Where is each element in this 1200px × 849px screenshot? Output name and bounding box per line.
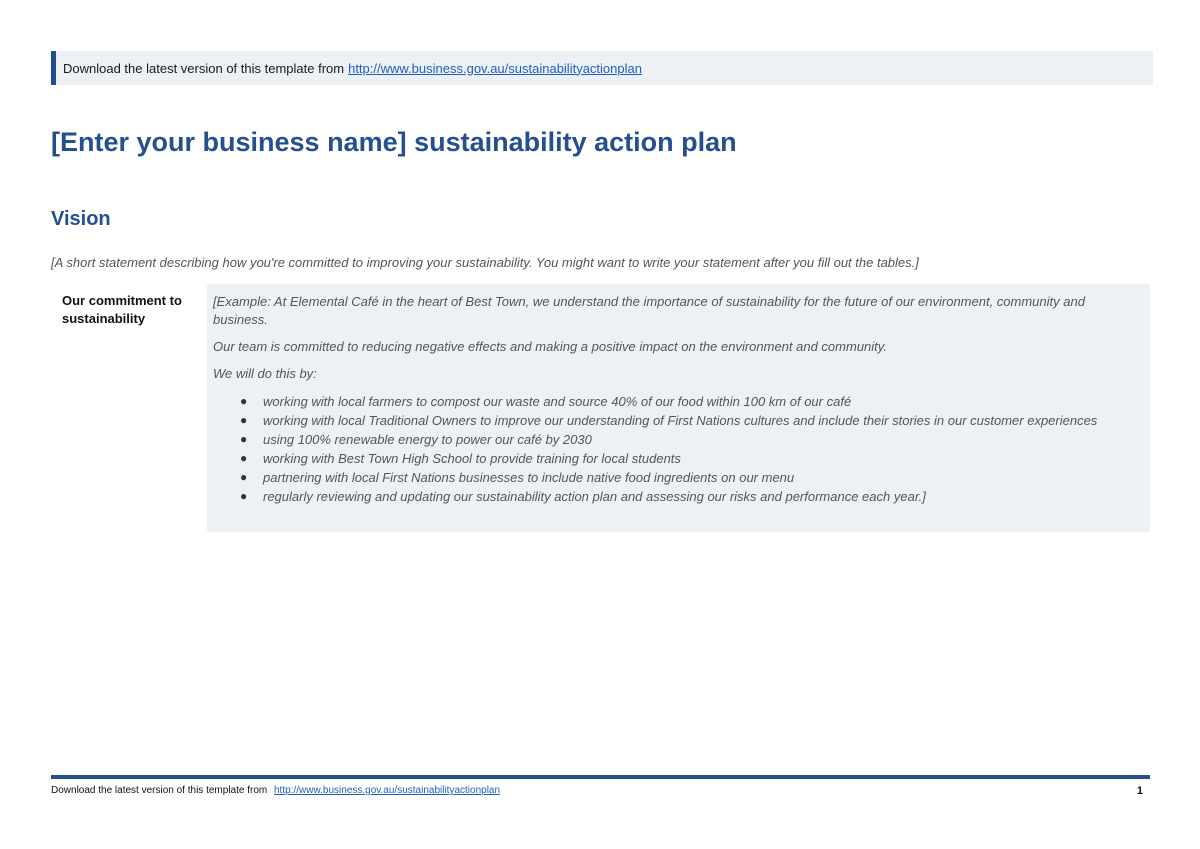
list-item-text: using 100% renewable energy to power our… [263,432,592,447]
commitment-paragraph: [Example: At Elemental Café in the heart… [213,294,1085,327]
bullet-icon: ● [240,413,248,427]
commitment-label: Our commitment to sustainability [62,293,182,326]
footer-text: Download the latest version of this temp… [51,785,268,796]
footer-link[interactable]: http://www.business.gov.au/sustainabilit… [274,785,500,796]
commitment-paragraph: We will do this by: [213,366,317,381]
list-item: ● regularly reviewing and updating our su… [240,487,1142,506]
banner-link[interactable]: http://www.business.gov.au/sustainabilit… [348,61,642,76]
banner-text: Download the latest version of this temp… [63,60,345,76]
page-title: [Enter your business name] sustainabilit… [51,127,737,157]
vision-heading: Vision [51,208,111,230]
list-item: ● working with Best Town High School to p… [240,449,1142,468]
bullet-icon: ● [240,432,248,446]
commitment-list: ● working with local farmers to compost o… [213,392,1142,506]
list-item: ● working with local farmers to compost o… [240,392,1142,411]
commitment-paragraph: Our team is committed to reducing negati… [213,339,887,354]
page-footer: Download the latest version of this temp… [51,785,1150,797]
document-page: Download the latest version of this temp… [0,0,1200,849]
bullet-icon: ● [240,470,248,484]
download-banner: Download the latest version of this temp… [51,51,1153,85]
list-item-text: working with Best Town High School to pr… [263,451,681,466]
commitment-statement[interactable]: [Example: At Elemental Café in the heart… [207,284,1150,532]
bullet-icon: ● [240,394,248,408]
vision-intro: [A short statement describing how you're… [51,255,919,270]
bullet-icon: ● [240,451,248,465]
list-item-text: working with local farmers to compost ou… [263,394,852,409]
page-number: 1 [1136,785,1143,797]
footer-divider [51,775,1150,779]
list-item-text: working with local Traditional Owners to… [263,413,1098,428]
list-item-text: regularly reviewing and updating our sus… [263,489,926,504]
list-item: ● partnering with local First Nations bus… [240,468,1142,487]
bullet-icon: ● [240,489,248,503]
list-item: ● using 100% renewable energy to power ou… [240,430,1142,449]
list-item: ● working with local Traditional Owners t… [240,411,1142,430]
list-item-text: partnering with local First Nations busi… [263,470,795,485]
